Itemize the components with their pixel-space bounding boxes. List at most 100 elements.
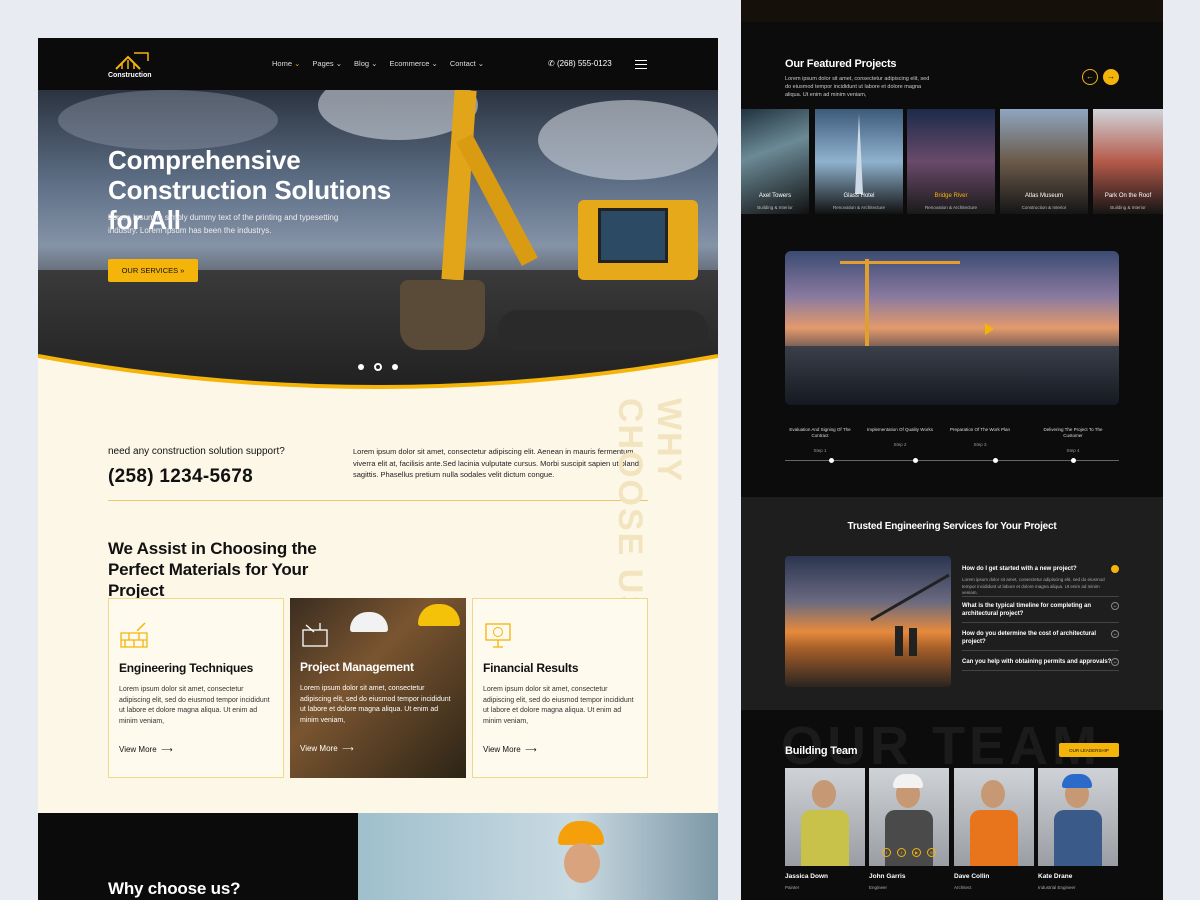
logo-text[interactable]: Construction [108,72,152,79]
faq-title: Trusted Engineering Services for Your Pr… [847,521,1057,532]
instagram-icon[interactable]: ◎ [927,848,936,857]
menu-item-home[interactable]: Home ⌄ [272,59,300,68]
menu-item-blog[interactable]: Blog ⌄ [354,59,377,68]
our-leadership-button[interactable]: OUR LEADERSHIP [1059,743,1119,757]
project-name: Axel Towers [758,193,792,199]
process-step: Evaluation And Signing Of The Contract St… [785,427,855,454]
worker-silhouette [895,626,903,656]
team-member-photo[interactable] [1038,768,1118,866]
service-card[interactable]: Project Management Lorem ipsum dolor sit… [290,598,466,778]
card-title: Project Management [300,660,414,674]
faq-item[interactable]: Can you help with obtaining permits and … [962,658,1119,671]
hero-text: Lorem Ipsum is simply dummy text of the … [108,213,339,235]
our-services-button[interactable]: OUR SERVICES » [108,259,198,282]
excavator-window [598,208,668,263]
card-text: Lorem ipsum dolor sit amet, consectetur … [483,686,634,725]
slider-dot[interactable] [358,364,364,370]
member-head [981,780,1005,808]
city-shape [785,346,1119,405]
youtube-icon[interactable]: ▶ [912,848,921,857]
member-role: Industrial Engineer [1038,885,1076,890]
faq-item[interactable]: What is the typical timeline for complet… [962,602,1119,623]
phone-number[interactable]: ✆ (268) 555-0123 [548,59,612,68]
member-name: Jassica Down [785,873,828,880]
service-card[interactable]: Engineering Techniques Lorem ipsum dolor… [108,598,284,778]
projects-page: Our Featured Projects Lorem ipsum dolor … [741,0,1163,900]
project-card[interactable]: Glass Hotel Renovation & Architecture [815,109,903,214]
view-more-link[interactable]: View More ⟶ [300,744,354,753]
faq-item[interactable]: How do I get started with a new project? [962,565,1119,577]
facebook-icon[interactable]: f [882,848,891,857]
member-helmet [893,774,923,788]
menu-item-ecommerce[interactable]: Ecommerce ⌄ [389,59,437,68]
project-card[interactable]: Atlas Museum Construction & Interior [1000,109,1088,214]
divider [108,500,648,501]
link-label: View More [300,744,338,753]
arrow-right-icon[interactable]: → [1103,69,1119,85]
arrow-left-icon[interactable]: ← [1082,69,1098,85]
arrow-right-icon: ⟶ [161,745,173,754]
faq-question: Can you help with obtaining permits and … [962,659,1112,665]
slider-dot[interactable] [392,364,398,370]
view-more-link[interactable]: View More ⟶ [483,745,537,754]
team-member-photo[interactable] [954,768,1034,866]
menu-item-pages[interactable]: Pages ⌄ [312,59,342,68]
card-title: Engineering Techniques [119,661,254,675]
step-title: Delivering The Project To The Customer [1043,427,1103,438]
button-label: OUR SERVICES [121,266,179,275]
card-text: Lorem ipsum dolor sit amet, consectetur … [119,686,270,725]
double-chevron-right-icon: » [180,266,185,275]
view-more-link[interactable]: View More ⟶ [119,745,173,754]
team-member-photo[interactable] [869,768,949,866]
play-icon[interactable] [985,323,994,335]
step-title: Implementation Of Quality Works [867,427,933,432]
chevron-down-icon[interactable]: ⌄ [1111,658,1119,666]
phone-text: (268) 555-0123 [556,59,612,68]
project-card[interactable]: Park On the Roof Building & Interior [1093,109,1163,214]
card-title: Financial Results [483,661,579,675]
link-label: View More [483,745,521,754]
project-category: Renovation & Architecture [924,205,978,210]
faq-item[interactable]: How do you determine the cost of archite… [962,630,1119,651]
team-title: Building Team [785,745,858,757]
chevron-down-icon[interactable]: ⌄ [1111,602,1119,610]
project-name: Bridge River [934,193,968,199]
dollar-presentation-icon [485,623,511,648]
worker-photo [358,813,718,900]
main-menu: Home ⌄ Pages ⌄ Blog ⌄ Ecommerce ⌄ Contac… [272,59,484,68]
step-dot [829,458,834,463]
slider-dot-active[interactable] [374,363,382,371]
step-title: Preparation Of The Work Plan [949,427,1011,432]
menu-label: Pages [312,59,334,68]
menu-item-contact[interactable]: Contact ⌄ [450,59,484,68]
member-head [812,780,836,808]
video-thumbnail[interactable] [785,251,1119,405]
member-role: Painter [785,885,800,890]
project-category: Building & Interior [1110,205,1146,210]
worker-face [564,843,600,883]
project-card[interactable]: Bridge River Renovation & Architecture [907,109,995,214]
worker-silhouette [909,628,917,656]
minus-icon[interactable] [1111,565,1119,573]
why-choose-title: Why choose us? [108,879,241,898]
faq-question: How do you determine the cost of archite… [962,631,1097,645]
member-body [885,810,933,866]
arrow-right-icon: ⟶ [342,744,354,753]
hamburger-menu-icon[interactable] [635,60,647,72]
member-helmet [1062,774,1092,788]
support-phone[interactable]: (258) 1234-5678 [108,466,253,488]
step-number: Step 3 [973,442,987,447]
project-name: Park On the Roof [1104,193,1152,199]
link-label: View More [119,745,157,754]
menu-label: Ecommerce [389,59,430,68]
project-card[interactable]: Axel Towers Building & Interior [741,109,809,214]
team-member-photo[interactable] [785,768,865,866]
top-strip [741,0,1163,22]
section-title: We Assist in Choosing the Perfect Materi… [108,539,317,600]
project-category: Renovation & Architecture [832,205,886,210]
member-role: Architect [954,885,972,890]
chevron-down-icon[interactable]: ⌄ [1111,630,1119,638]
worker-helmet [418,604,460,626]
twitter-icon[interactable]: t [897,848,906,857]
service-card[interactable]: Financial Results Lorem ipsum dolor sit … [472,598,648,778]
